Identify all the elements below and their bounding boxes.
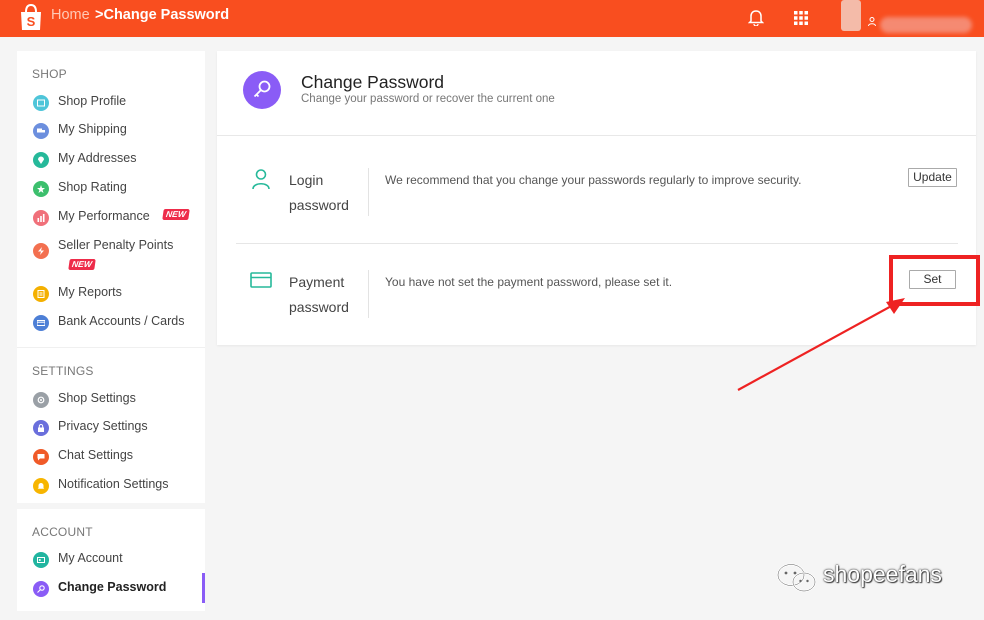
key-icon — [33, 581, 49, 597]
payment-password-description: You have not set the payment password, p… — [385, 275, 673, 289]
sidebar-heading-account: ACCOUNT — [32, 525, 93, 539]
sidebar-item-my-shipping[interactable]: My Shipping — [17, 118, 205, 144]
sidebar-item-label: Chat Settings — [58, 448, 134, 462]
divider — [236, 243, 958, 244]
truck-icon — [33, 123, 49, 139]
user-icon — [252, 169, 270, 190]
sidebar-item-label: Bank Accounts / Cards — [58, 314, 185, 328]
annotation-arrow-icon — [737, 298, 905, 391]
login-password-label: Login password — [289, 172, 349, 213]
sidebar-item-my-account[interactable]: My Account — [17, 547, 205, 573]
bell-icon — [33, 478, 49, 494]
top-bar: S Home >Change Password — [0, 0, 984, 37]
update-button[interactable]: Update — [908, 168, 957, 187]
sidebar-item-label: My Addresses — [58, 151, 137, 165]
sidebar-item-label: Shop Settings — [58, 391, 136, 405]
star-icon — [33, 181, 49, 197]
divider — [217, 135, 976, 136]
sidebar-heading-shop: SHOP — [32, 67, 67, 81]
store-icon — [33, 95, 49, 111]
sidebar-item-seller-penalty-points[interactable]: Seller Penalty Points NEW — [17, 234, 205, 274]
sidebar-item-shop-settings[interactable]: Shop Settings — [17, 387, 205, 413]
sidebar-item-label: My Reports — [58, 285, 122, 299]
sidebar-item-chat-settings[interactable]: Chat Settings — [17, 444, 205, 470]
shopee-logo-icon[interactable]: S — [19, 4, 43, 31]
sidebar-heading-settings: SETTINGS — [32, 364, 94, 378]
apps-grid-icon[interactable] — [794, 11, 808, 25]
sidebar-item-label: My Shipping — [58, 122, 127, 136]
username-redacted[interactable] — [880, 17, 972, 33]
divider — [368, 168, 369, 216]
page-subtitle: Change your password or recover the curr… — [301, 93, 555, 105]
card-icon — [33, 315, 49, 331]
new-badge: NEW — [162, 209, 190, 220]
watermark-text: shopeefans — [823, 561, 942, 587]
sidebar-item-shop-rating[interactable]: Shop Rating — [17, 176, 205, 202]
report-icon — [33, 286, 49, 302]
page-title: Change Password — [301, 72, 444, 92]
user-small-icon — [868, 17, 876, 26]
login-password-description: We recommend that you change your passwo… — [385, 173, 802, 187]
lock-icon — [33, 420, 49, 436]
location-pin-icon — [33, 152, 49, 168]
login-password-row: Login password We recommend that you cha… — [236, 168, 958, 218]
credit-card-icon — [250, 272, 272, 288]
key-icon — [243, 71, 281, 109]
sidebar-section-shop: SHOP Shop Profile My Shipping My Address… — [17, 51, 205, 347]
svg-text:S: S — [27, 14, 36, 29]
gear-icon — [33, 392, 49, 408]
payment-password-label: Payment password — [289, 274, 349, 315]
sidebar-item-label: Shop Profile — [58, 94, 127, 108]
sidebar-item-label: Shop Rating — [58, 180, 127, 194]
sidebar-item-label: Seller Penalty Points — [58, 238, 174, 252]
notification-bell-icon[interactable] — [748, 9, 764, 26]
breadcrumb-current: >Change Password — [95, 7, 230, 23]
bolt-icon — [33, 243, 49, 259]
sidebar-item-label: Notification Settings — [58, 477, 169, 491]
sidebar: SHOP Shop Profile My Shipping My Address… — [17, 51, 205, 611]
sidebar-item-my-addresses[interactable]: My Addresses — [17, 147, 205, 173]
sidebar-item-label: Privacy Settings — [58, 419, 148, 433]
avatar[interactable] — [841, 0, 861, 31]
chart-icon — [33, 210, 49, 226]
sidebar-item-label: Change Password — [58, 580, 167, 594]
sidebar-item-my-reports[interactable]: My Reports — [17, 281, 205, 307]
wechat-icon — [777, 563, 816, 592]
sidebar-item-change-password[interactable]: Change Password — [17, 573, 205, 603]
sidebar-item-shop-profile[interactable]: Shop Profile — [17, 90, 205, 116]
sidebar-item-bank-accounts[interactable]: Bank Accounts / Cards — [17, 310, 205, 336]
divider — [368, 270, 369, 318]
breadcrumb-home[interactable]: Home — [51, 7, 90, 23]
chat-icon — [33, 449, 49, 465]
sidebar-section-settings: SETTINGS Shop Settings Privacy Settings … — [17, 347, 205, 503]
sidebar-item-privacy-settings[interactable]: Privacy Settings — [17, 415, 205, 441]
new-badge: NEW — [68, 259, 96, 270]
id-card-icon — [33, 552, 49, 568]
sidebar-item-my-performance[interactable]: My Performance NEW — [17, 205, 205, 231]
sidebar-item-label: My Performance — [58, 209, 150, 223]
sidebar-section-account: ACCOUNT My Account Change Password — [17, 509, 205, 611]
sidebar-item-notification-settings[interactable]: Notification Settings — [17, 473, 205, 499]
sidebar-item-label: My Account — [58, 551, 123, 565]
